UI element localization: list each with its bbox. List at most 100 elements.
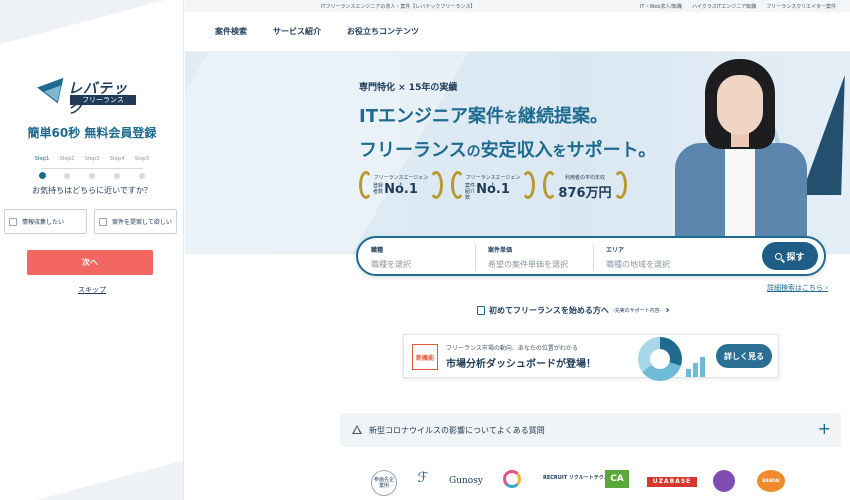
search-field-rate[interactable]: 案件単価 希望の案件単価を選択: [488, 245, 588, 271]
client-examples-badge: 参画先企業例: [371, 470, 397, 496]
utility-link-it-jobs[interactable]: IT・Web求人/転職: [640, 3, 682, 10]
step-label: Step3: [84, 156, 100, 162]
step-dot: [139, 173, 145, 179]
award-value: No.1: [384, 182, 418, 197]
field-placeholder: 職種を選択: [371, 260, 411, 269]
hero-subtitle: 専門特化 × 15年の実績: [359, 83, 458, 93]
choice-want-proposals[interactable]: 案件を提案して欲しい: [94, 209, 177, 234]
award-value: No.1: [476, 182, 510, 197]
laurel-left-icon: [359, 171, 373, 199]
next-button[interactable]: 次へ: [27, 250, 153, 275]
choice-label: 情報収集したい: [22, 219, 65, 226]
step-3: Step3: [80, 156, 104, 183]
site-tagline: ITフリーランスエンジニアの求人・案件【レバテックフリーランス】: [321, 4, 476, 10]
book-icon: [477, 306, 485, 315]
registration-question: お気持ちはどちらに近いですか？: [32, 186, 152, 195]
nav-item-service[interactable]: サービス紹介: [273, 26, 321, 37]
chevron-right-icon: ›: [665, 305, 670, 316]
step-dot: [89, 173, 95, 179]
award-badge-introductions: フリーランスエージェント 案件紹介数 No.1: [451, 170, 535, 202]
step-indicator: Step1 Step2 Step3 Step4 Step5: [30, 156, 154, 180]
award-badge-registrations: フリーランスエージェント 登録者数 No.1: [359, 170, 443, 202]
plus-icon[interactable]: +: [818, 419, 831, 438]
registration-panel: レバテック フリーランス 簡単60秒 無料会員登録 Step1 Step2 St…: [0, 0, 184, 500]
step-dot: [38, 172, 46, 179]
client-logo-bandai-namco: BANDAI NAMCO: [757, 470, 785, 492]
learn-more-button[interactable]: 詳しく見る: [716, 344, 772, 368]
step-1: Step1: [30, 156, 54, 183]
job-search-bar: 職種 職種を選択 案件単価 希望の案件単価を選択 エリア 職種の地域を選択 探す: [356, 236, 826, 276]
step-2: Step2: [55, 156, 79, 183]
first-time-note: -充実のサポート内容-: [612, 308, 662, 314]
levtech-logo[interactable]: レバテック フリーランス: [37, 77, 140, 117]
award-value: 876万円: [558, 186, 612, 201]
field-placeholder: 希望の案件単価を選択: [488, 260, 568, 269]
nav-item-contents[interactable]: お役立ちコンテンツ: [347, 26, 419, 37]
laurel-right-icon: [521, 171, 535, 199]
laurel-right-icon: [613, 171, 627, 199]
award-badge-income: 利用者の平均年収 876万円: [543, 170, 627, 202]
divider: [593, 245, 594, 271]
client-logo-gungho: [713, 470, 735, 492]
hero-headline-2: フリーランスの安定収入をサポート。: [359, 140, 657, 161]
step-label: Step1: [34, 156, 50, 162]
panel-decoration-bottom: [0, 460, 183, 500]
skip-link[interactable]: スキップ: [0, 285, 183, 295]
banner-title: 市場分析ダッシュボードが登場！: [446, 359, 596, 370]
banner-caption: フリーランス市場の動向、あなたの位置がわかる: [446, 345, 578, 352]
search-button[interactable]: 探す: [762, 242, 818, 270]
laurel-left-icon: [543, 171, 557, 199]
search-field-occupation[interactable]: 職種 職種を選択: [371, 245, 471, 271]
field-placeholder: 職種の地域を選択: [606, 260, 670, 269]
field-title: 職種: [371, 247, 384, 254]
client-logo-strip: 参画先企業例 ℱ Gunosy RECRUIT リクルートテクノロジーズ CA …: [371, 468, 801, 498]
hero-person-image: [655, 57, 850, 254]
main-content: ITフリーランスエンジニアの求人・案件【レバテックフリーランス】 IT・Web求…: [185, 0, 850, 500]
search-button-label: 探す: [786, 252, 805, 263]
first-time-label: 初めてフリーランスを始める方へ: [489, 306, 609, 315]
step-dot: [114, 173, 120, 179]
step-label: Step4: [109, 156, 125, 162]
logo-subtitle: フリーランス: [70, 95, 136, 105]
step-4: Step4: [105, 156, 129, 183]
client-logo-uzabase: UZABASE: [647, 477, 697, 487]
covid-faq-accordion[interactable]: 新型コロナウイルスの影響についてよくある質問 +: [340, 413, 841, 447]
panel-decoration-top: [0, 0, 183, 60]
utility-link-creator[interactable]: フリーランスクリエイター案件: [766, 3, 836, 10]
top-utility-bar: ITフリーランスエンジニアの求人・案件【レバテックフリーランス】 IT・Web求…: [185, 0, 850, 12]
client-logo-gunosy: Gunosy: [449, 476, 483, 486]
choice-info-gathering[interactable]: 情報収集したい: [4, 209, 87, 234]
divider: [475, 245, 476, 271]
step-5: Step5: [130, 156, 154, 183]
nav-item-job-search[interactable]: 案件検索: [215, 26, 247, 37]
field-title: 案件単価: [488, 247, 513, 254]
choice-label: 案件を提案して欲しい: [112, 219, 172, 226]
search-field-area[interactable]: エリア 職種の地域を選択: [606, 245, 706, 271]
step-dot: [64, 173, 70, 179]
field-title: エリア: [606, 247, 625, 254]
advanced-search-link[interactable]: 詳細検索はこちら ›: [767, 283, 828, 293]
award-caption: 利用者の平均年収: [564, 175, 605, 181]
utility-links: IT・Web求人/転職 ハイクラスITエンジニア転職 フリーランスクリエイター案…: [640, 3, 836, 10]
dashboard-banner[interactable]: 新機能 フリーランス市場の動向、あなたの位置がわかる 市場分析ダッシュボードが登…: [403, 334, 779, 381]
donut-chart-icon: [638, 337, 682, 381]
checkbox-icon[interactable]: [99, 217, 107, 226]
bar-chart-icon: [686, 355, 710, 377]
step-label: Step2: [59, 156, 75, 162]
faq-title: 新型コロナウイルスの影響についてよくある質問: [369, 426, 545, 435]
hero-headline-1: ITエンジニア案件を継続提案。: [359, 106, 608, 127]
hero-triangle-decoration: [801, 75, 850, 195]
registration-title: 簡単60秒 無料会員登録: [27, 126, 157, 140]
client-logo-feather: ℱ: [417, 470, 429, 486]
utility-link-highclass[interactable]: ハイクラスITエンジニア転職: [692, 3, 756, 10]
laurel-right-icon: [429, 171, 443, 199]
client-logo-ring: [503, 470, 521, 488]
hero-banner: 専門特化 × 15年の実績 ITエンジニア案件を継続提案。 フリーランスの安定収…: [185, 52, 850, 254]
search-icon: [775, 252, 783, 260]
first-time-freelance-link[interactable]: 初めてフリーランスを始める方へ -充実のサポート内容- ›: [477, 305, 670, 316]
laurel-left-icon: [451, 171, 465, 199]
client-logo-cyberagent: CA: [605, 470, 629, 488]
warning-icon: [352, 425, 362, 434]
new-feature-badge: 新機能: [412, 344, 438, 370]
checkbox-icon[interactable]: [9, 217, 17, 226]
